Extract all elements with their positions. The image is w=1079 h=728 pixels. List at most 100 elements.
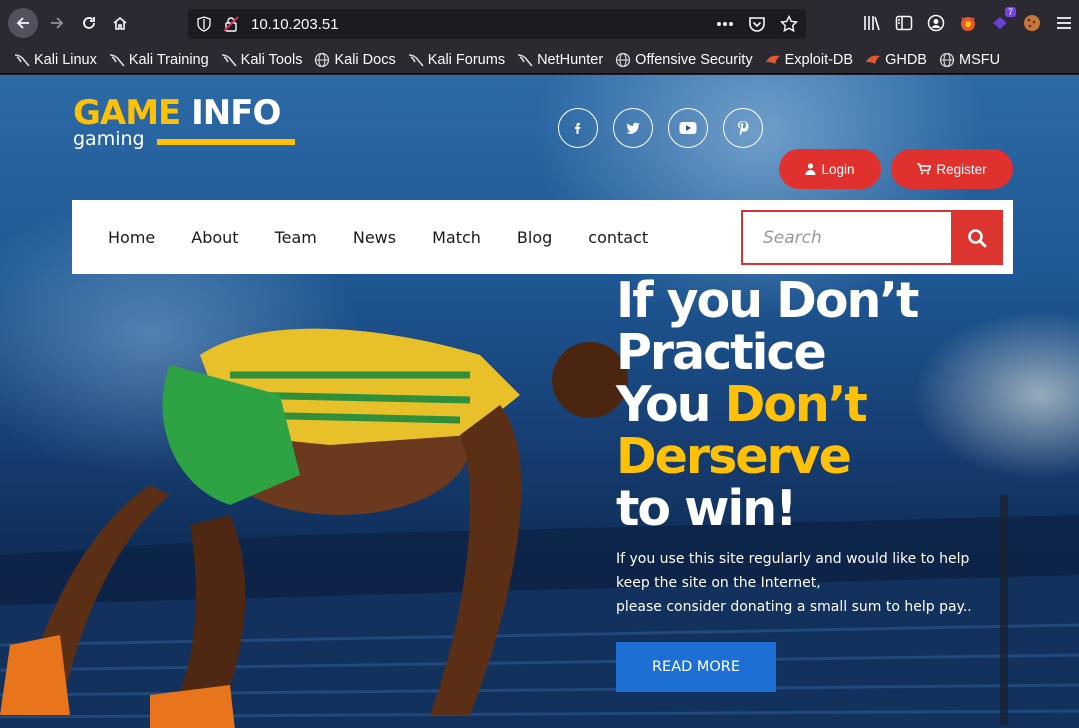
arrow-left-icon [16,17,29,29]
pocket-icon[interactable] [748,15,766,33]
headline-line-1: If you Don’t [616,272,919,329]
bookmark-kali-tools[interactable]: Kali Tools [221,51,303,68]
headline-line-2: Practice [616,324,827,381]
globe-icon [939,52,955,67]
search-input[interactable] [763,227,933,248]
pinterest-link[interactable] [723,108,763,148]
kali-dragon-icon [14,53,30,67]
bookmark-label: Kali Training [128,51,209,68]
social-links [558,108,763,148]
menu-item-blog[interactable]: Blog [517,228,552,247]
bookmark-msfu[interactable]: MSFU [939,52,1000,68]
insecure-lock-icon[interactable] [223,16,239,32]
register-label: Register [936,161,987,177]
extension-icon[interactable]: 7 [990,7,1016,33]
logo-subtitle: gaming [73,128,145,150]
register-button[interactable]: Register [891,149,1013,189]
bookmark-kali-forums[interactable]: Kali Forums [408,52,505,68]
page-actions-icon[interactable] [716,21,734,27]
kali-dragon-icon [518,53,533,67]
login-label: Login [821,161,855,177]
url-bar[interactable]: 10.10.203.51 [188,9,806,39]
pinterest-icon [738,121,749,136]
bookmark-offensive-security[interactable]: Offensive Security [615,51,753,68]
user-icon [805,163,816,175]
twitter-link[interactable] [613,108,653,148]
bookmark-kali-training[interactable]: Kali Training [109,52,209,68]
bookmark-star-icon[interactable] [780,15,798,33]
youtube-link[interactable] [668,108,708,148]
read-more-button[interactable]: READ MORE [616,642,776,692]
url-text[interactable]: 10.10.203.51 [251,16,339,33]
menu-item-news[interactable]: News [353,228,396,247]
kali-dragon-icon [408,53,424,67]
login-button[interactable]: Login [779,149,881,189]
bookmark-ghdb[interactable]: GHDB [865,52,927,68]
bookmark-kali-docs[interactable]: Kali Docs [314,51,396,68]
menu-item-home[interactable]: Home [108,228,155,247]
description-line-1: If you use this site regularly and would… [616,551,970,567]
search-icon [968,228,987,247]
home-button[interactable] [105,8,135,38]
cart-icon [917,163,932,175]
hamburger-menu-icon[interactable] [1054,13,1074,33]
search-button[interactable] [951,210,1003,265]
account-icon[interactable] [926,13,946,33]
facebook-icon [575,123,581,134]
logo-underline [156,139,295,145]
site-logo[interactable]: GAME INFO gaming [73,95,295,150]
bookmark-label: Offensive Security [635,51,753,68]
bookmark-kali-linux[interactable]: Kali Linux [14,52,97,68]
bookmarks-toolbar: Kali Linux Kali Training Kali Tools Kali… [0,46,1079,74]
logo-title: GAME INFO [73,95,295,131]
menu-item-about[interactable]: About [191,228,238,247]
sidebar-icon[interactable] [894,13,914,33]
twitter-icon [626,122,640,134]
bookmark-label: NetHunter [537,51,604,68]
web-page: GAME INFO gaming Login Register Home Abo… [0,75,1079,728]
bookmark-label: Kali Tools [240,51,303,68]
forward-button[interactable] [42,8,72,38]
hero-headline: If you Don’t Practice You Don’t Derserve… [616,272,919,537]
headline-line-3-yellow: Don’t [724,376,868,433]
bookmark-label: Kali Forums [427,51,506,68]
headline-line-4: Derserve [616,428,852,485]
globe-icon [315,52,330,67]
headline-line-3: You Don’t [616,379,917,431]
library-icon[interactable] [862,13,882,33]
arrow-right-icon [51,17,64,29]
headline-line-3-white: You [616,376,725,433]
globe-icon [616,52,631,67]
main-navbar: Home About Team News Match Blog contact [72,200,1013,274]
exploitdb-icon [765,55,780,64]
logo-word-info: INFO [191,93,281,133]
shield-icon[interactable] [197,16,211,32]
menu-item-match[interactable]: Match [432,228,481,247]
bookmark-exploit-db[interactable]: Exploit-DB [765,51,854,68]
reload-icon [83,17,95,29]
foxyproxy-icon[interactable] [958,13,978,33]
bookmark-label: Exploit-DB [784,51,854,68]
kali-dragon-icon [221,53,237,67]
exploitdb-icon [866,55,881,64]
menu-item-team[interactable]: Team [275,228,317,247]
facebook-link[interactable] [558,108,598,148]
bookmark-label: Kali Linux [34,51,97,68]
search-box [741,210,951,265]
home-icon [113,16,127,30]
headline-line-5: to win! [616,480,797,537]
bookmark-nethunter[interactable]: NetHunter [517,52,603,68]
description-line-2: keep the site on the Internet, [616,575,821,591]
description-line-3: please consider donating a small sum to … [616,599,972,615]
menu-item-contact[interactable]: contact [588,228,648,247]
cookie-icon[interactable] [1022,13,1042,33]
youtube-icon [679,122,697,134]
bookmark-label: Kali Docs [334,51,396,68]
main-menu: Home About Team News Match Blog contact [108,200,684,274]
back-button[interactable] [8,8,38,38]
bookmark-label: GHDB [885,51,927,68]
extension-badge: 7 [1004,7,1016,17]
logo-word-game: GAME [73,93,181,133]
reload-button[interactable] [74,8,104,38]
kali-dragon-icon [109,53,125,67]
